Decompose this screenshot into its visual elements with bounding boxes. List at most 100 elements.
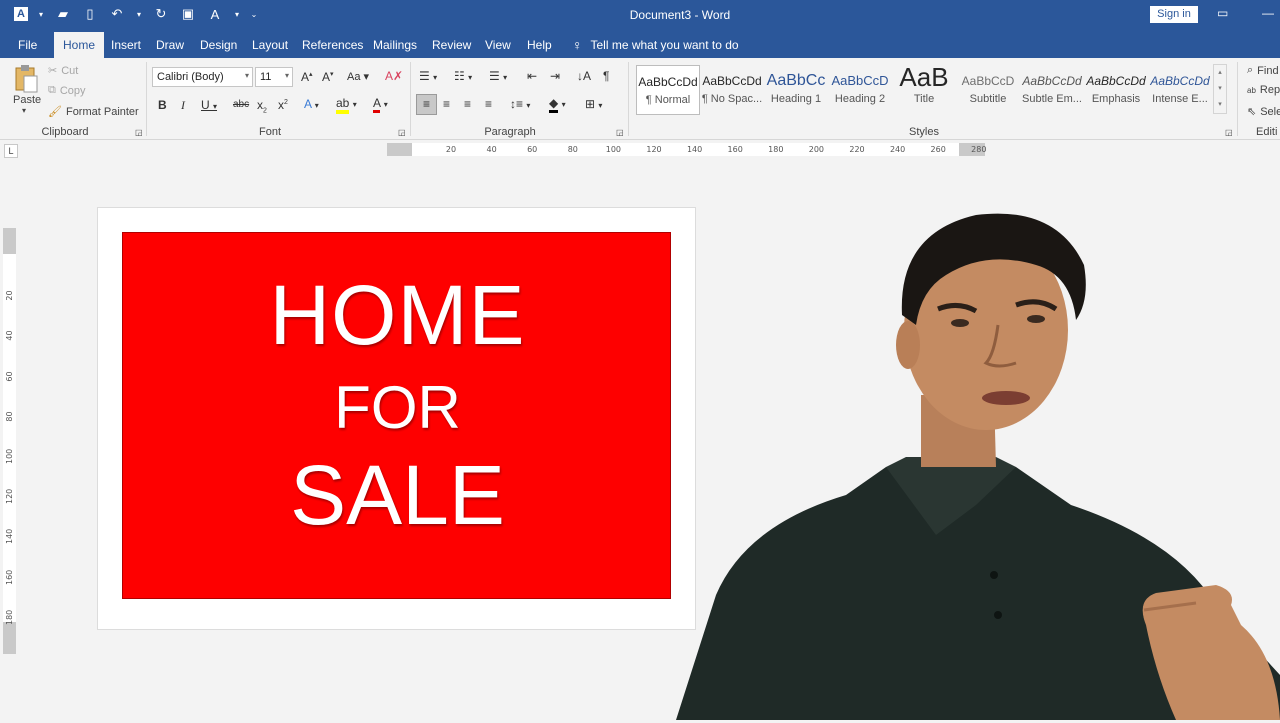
tab-file[interactable]: File <box>18 38 37 52</box>
tab-design[interactable]: Design <box>200 38 237 52</box>
shading-icon[interactable]: ◆ ▾ <box>549 96 566 113</box>
styles-group-label: Styles <box>909 126 939 138</box>
line-spacing-icon[interactable]: ↕≡ ▾ <box>510 97 530 111</box>
clipboard-launcher-icon[interactable]: ◲ <box>135 128 143 137</box>
sign-in-button[interactable]: Sign in <box>1150 6 1198 23</box>
underline-icon[interactable]: U ▾ <box>201 98 217 112</box>
decrease-indent-icon[interactable]: ⇤ <box>527 69 537 83</box>
paragraph-launcher-icon[interactable]: ◲ <box>616 128 624 137</box>
style-intense-emphasis[interactable]: AaBbCcDd Intense E... <box>1148 65 1212 115</box>
align-right-icon[interactable]: ≡ <box>464 97 471 111</box>
styles-launcher-icon[interactable]: ◲ <box>1225 128 1233 137</box>
document-page[interactable]: HOME FOR SALE <box>97 207 696 630</box>
style-label: Subtitle <box>969 93 1007 105</box>
minimize-icon[interactable]: — <box>1262 6 1274 20</box>
paste-icon[interactable] <box>14 64 38 94</box>
style-subtle-emphasis[interactable]: AaBbCcDd Subtle Em... <box>1020 65 1084 115</box>
brush-icon: 🖌 <box>48 106 62 118</box>
bold-icon[interactable]: B <box>158 98 167 112</box>
style-preview: AaB <box>899 65 949 92</box>
highlight-color-icon[interactable]: ab ▾ <box>336 96 357 114</box>
chevron-down-icon: ▾ <box>284 71 289 80</box>
paste-dropdown-icon[interactable]: ▾ <box>22 106 26 115</box>
tab-home[interactable]: Home <box>54 32 105 58</box>
font-size-value: 11 <box>260 71 272 83</box>
increase-indent-icon[interactable]: ⇥ <box>550 69 560 83</box>
horizontal-ruler[interactable]: 20 40 60 80 100 120 140 160 180 200 220 240 260 280 <box>387 143 986 156</box>
tab-layout[interactable]: Layout <box>252 38 288 52</box>
align-left-icon[interactable]: ≡ <box>416 94 437 115</box>
text-effects-icon[interactable]: A ▾ <box>304 97 319 111</box>
style-emphasis[interactable]: AaBbCcDd Emphasis <box>1084 65 1148 115</box>
clear-formatting-icon[interactable]: A✗ <box>385 69 403 83</box>
numbering-icon[interactable]: ☷ ▾ <box>454 69 472 83</box>
cut-button[interactable]: ✂ Cut <box>48 64 79 78</box>
tab-insert[interactable]: Insert <box>111 38 141 52</box>
bullets-icon[interactable]: ☰ ▾ <box>419 69 437 83</box>
divider <box>410 62 411 136</box>
find-button[interactable]: ⌕ Find <box>1247 64 1279 77</box>
font-name-box[interactable]: Calibri (Body) ▾ <box>152 67 253 87</box>
vertical-ruler[interactable]: 20 40 60 80 100 120 140 160 180 <box>3 228 16 654</box>
ruler-tick-label: 180 <box>768 145 784 154</box>
style-label: Heading 1 <box>770 93 822 105</box>
style-subtitle[interactable]: AaBbCcD Subtitle <box>956 65 1020 115</box>
tab-draw[interactable]: Draw <box>156 38 184 52</box>
copy-button[interactable]: ⧉ Copy <box>48 84 86 97</box>
font-size-box[interactable]: 11 ▾ <box>255 67 293 87</box>
tab-review[interactable]: Review <box>432 38 471 52</box>
tab-view[interactable]: View <box>485 38 511 52</box>
tab-selector[interactable]: L <box>4 144 18 158</box>
style-title[interactable]: AaB Title <box>892 65 956 115</box>
tell-me-search[interactable]: ♀ Tell me what you want to do <box>572 37 739 53</box>
superscript-icon[interactable]: x2 <box>278 98 288 112</box>
cut-label: Cut <box>61 64 79 77</box>
sort-icon[interactable]: ↓A <box>577 69 591 83</box>
styles-gallery-scroll[interactable]: ▴ ▾ ▾ <box>1213 64 1227 114</box>
ruler-tick-label: 220 <box>849 145 865 154</box>
ruler-tick-label: 20 <box>5 290 14 301</box>
ruler-tick-label: 140 <box>686 145 703 154</box>
font-color-icon[interactable]: A ▾ <box>373 96 388 113</box>
italic-icon[interactable]: I <box>181 98 185 113</box>
show-formatting-marks-icon[interactable]: ¶ <box>603 69 609 83</box>
tell-me-label: Tell me what you want to do <box>590 38 739 52</box>
select-button[interactable]: ⇖ Sele <box>1247 105 1280 119</box>
style-preview: AaBbCcDd <box>1086 74 1146 88</box>
ribbon-display-options-icon[interactable]: ▭ <box>1217 6 1228 20</box>
multilevel-list-icon[interactable]: ☰ ▾ <box>489 69 507 83</box>
clipboard-group-label: Clipboard <box>41 126 89 138</box>
style-heading-1[interactable]: AaBbCc Heading 1 <box>764 65 828 115</box>
style-no-spacing[interactable]: AaBbCcDd ¶ No Spac... <box>700 65 764 115</box>
ruler-tick-label: 200 <box>808 145 825 154</box>
scissors-icon: ✂ <box>48 65 58 77</box>
strikethrough-icon[interactable]: abc <box>233 99 249 110</box>
subscript-icon[interactable]: x2 <box>257 98 267 114</box>
change-case-icon[interactable]: Aa ▾ <box>347 70 369 83</box>
tab-help[interactable]: Help <box>527 38 552 52</box>
ruler-tick-label: 260 <box>930 145 946 154</box>
grow-font-icon[interactable]: A▴ <box>301 70 313 84</box>
editing-group-label: Editi <box>1256 126 1278 138</box>
format-painter-button[interactable]: 🖌 Format Painter <box>48 105 139 119</box>
justify-icon[interactable]: ≡ <box>485 97 492 111</box>
align-center-icon[interactable]: ≡ <box>443 97 450 111</box>
borders-icon[interactable]: ⊞ ▾ <box>585 97 602 111</box>
paste-button[interactable]: Paste <box>13 94 41 106</box>
style-preview: AaBbCc <box>766 72 826 89</box>
for-sale-sign[interactable]: HOME FOR SALE <box>122 232 671 599</box>
style-normal[interactable]: AaBbCcDd ¶ Normal <box>636 65 700 115</box>
tab-references[interactable]: References <box>302 38 363 52</box>
shrink-font-icon[interactable]: A▾ <box>322 70 334 84</box>
font-launcher-icon[interactable]: ◲ <box>398 128 406 137</box>
replace-button[interactable]: ab Rep <box>1247 84 1280 96</box>
style-label: Title <box>913 93 935 105</box>
ruler-tick-label: 20 <box>445 145 457 154</box>
ruler-tick-label: 180 <box>5 609 14 626</box>
document-title: Document3 - Word <box>629 8 731 22</box>
style-heading-2[interactable]: AaBbCcD Heading 2 <box>828 65 892 115</box>
ruler-tick-label: 160 <box>727 145 743 154</box>
tab-mailings[interactable]: Mailings <box>373 38 417 52</box>
ribbon: Paste ▾ ✂ Cut ⧉ Copy 🖌 Format Painter Clipb… <box>0 58 1280 140</box>
style-preview: AaBbCcDd <box>702 74 762 88</box>
